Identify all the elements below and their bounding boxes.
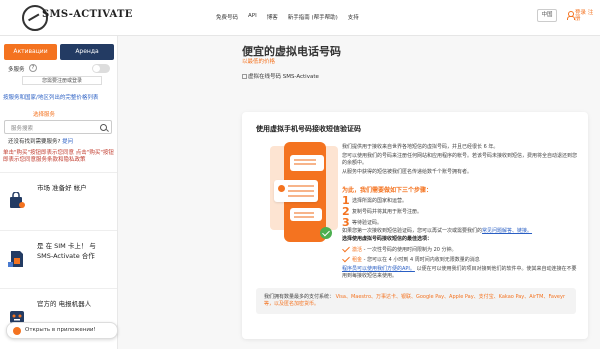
top-nav: 免费号码 API 博客 新手指南 (帮手帮助) 支持 xyxy=(216,13,369,21)
open-in-app-button[interactable]: Открыть в приложении! xyxy=(6,322,118,339)
nav-api[interactable]: API xyxy=(248,13,257,21)
message-bubble-icon xyxy=(290,208,322,221)
message-bubble-icon xyxy=(274,180,318,202)
intro-paragraph: 我们提供用于接收来自世界各地短信的虚拟号码，并且已经很长 6 年。 xyxy=(342,144,499,150)
options-title: 选择使用虚拟号码接收短信的最佳选项： xyxy=(342,236,433,242)
step-3: 3 等待验证码。 xyxy=(342,216,383,229)
broken-image: 虚拟在线号码 SMS-Activate xyxy=(242,72,319,80)
check-icon xyxy=(342,254,350,263)
panel-title: 使用虚拟手机号码接收短信验证码 xyxy=(256,125,361,133)
image-alt-text: 虚拟在线号码 SMS-Activate xyxy=(248,74,319,80)
anon-paragraph: 从服务中获得的短信被我们匿名传递给数千个账号拥有者。 xyxy=(342,169,473,175)
nav-guide[interactable]: 新手指南 (帮手帮助) xyxy=(288,13,338,21)
ask-link[interactable]: 提问 xyxy=(62,139,73,145)
phone-illustration xyxy=(270,142,340,252)
refund-paragraph: 您可以使用我们的号码来注册任何网站和应用程序的帐号。若该号码未接收到短信，费用将… xyxy=(342,153,578,166)
nav-support[interactable]: 支持 xyxy=(348,13,359,21)
check-icon xyxy=(342,244,350,253)
nav-free-numbers[interactable]: 免费号码 xyxy=(216,13,238,21)
option-rent: 租金 - 您可以在 4 小时到 4 周时间内收到无限数量的消息 xyxy=(342,254,578,264)
telegram-bot-title: 官方的 电报机器人 xyxy=(37,300,92,308)
full-price-list-link[interactable]: 按服务和国家/地区列出的完整价格列表 xyxy=(3,93,98,101)
message-bubble-icon xyxy=(290,155,324,171)
tab-activation[interactable]: Активации xyxy=(4,44,57,60)
login-label: 登录 注册 xyxy=(575,10,594,22)
top-header: SMS-ACTIVATE 免费号码 API 博客 新手指南 (帮手帮助) 支持 … xyxy=(0,0,600,36)
payment-methods-text: 我们拥有数量最多的支付系统： Visa、Maestro、万事达卡、银联、Goog… xyxy=(264,294,566,307)
service-search-input[interactable]: 服务搜索 xyxy=(4,120,112,134)
api-link[interactable]: 程序员可以使用我们方便的API。 xyxy=(342,266,415,272)
sidebar: Активации Аренда 多服务 ? 您需要注册或登录 按服务和国家/地… xyxy=(0,36,118,349)
payment-methods-box: 我们拥有数量最多的支付系统： Visa、Maestro、万事达卡、银联、Goog… xyxy=(256,288,576,314)
select-service-heading: 选择服务 xyxy=(33,112,56,118)
language-select[interactable]: 中国 xyxy=(537,9,557,22)
nav-blog[interactable]: 博客 xyxy=(267,13,278,21)
check-icon xyxy=(320,227,332,239)
step-1: 1 选择所需的国家和运营。 xyxy=(342,194,408,207)
ask-question: 还没有找到需要服务? 提问 xyxy=(8,137,73,145)
api-paragraph: 程序员可以使用我们方便的API。 以便在可以使用我们的项目对接到他们的软件中。使… xyxy=(342,266,577,279)
login-warning: 您需要注册或登录 xyxy=(22,76,102,85)
open-app-label: Открыть в приложении! xyxy=(25,327,96,333)
multi-service-label: 多服务 xyxy=(8,67,25,73)
question-text: 还没有找到需要服务? xyxy=(8,139,61,145)
search-icon xyxy=(100,124,107,131)
sms-activate-logo[interactable]: SMS-ACTIVATE xyxy=(10,2,132,34)
terms-notice[interactable]: 单击"购买"按钮即表示您同意 点击"购买"按钮即表示您同意服务条款和隐私政策 xyxy=(3,150,115,164)
market-card-title: 市场 准备好 帐户 xyxy=(37,184,87,192)
help-icon[interactable]: ? xyxy=(29,64,37,72)
step-2: 2 复制号码并将其用于账号注册。 xyxy=(342,205,423,218)
info-panel: 使用虚拟手机号码接收短信验证码 我们提供用于接收来自世界各地短信的虚拟号码，并且… xyxy=(242,112,588,339)
tab-rent[interactable]: Аренда xyxy=(60,44,114,60)
page-subtitle: 以最低的价格 xyxy=(242,59,276,65)
market-card[interactable]: 市场 准备好 帐户 xyxy=(0,172,117,230)
search-placeholder: 服务搜索 xyxy=(11,126,34,132)
sim-card-title: 是 在 SIM 卡上！ 与 SMS-Activate 合作 xyxy=(37,242,96,260)
sim-card-promo[interactable]: 是 在 SIM 卡上！ 与 SMS-Activate 合作 xyxy=(0,230,117,288)
faq-link[interactable]: 常见问题解答、链接。 xyxy=(482,228,532,234)
user-icon xyxy=(567,11,575,20)
shopping-bag-icon xyxy=(10,192,25,208)
steps-lead: 为此，我们需要做如下三个步骤： xyxy=(342,187,433,194)
broken-image-icon xyxy=(242,74,247,79)
option-activation: 激活 - 一次性号码的使用时间限制为 20 分钟。 xyxy=(342,244,578,254)
app-icon xyxy=(13,327,21,335)
faq-paragraph: 如果您第一次接收到短信验证码，您可以再试一次或需要我们的常见问题解答、链接。 xyxy=(342,228,533,234)
sim-card-icon xyxy=(8,251,23,267)
multi-service-toggle[interactable] xyxy=(92,64,110,73)
